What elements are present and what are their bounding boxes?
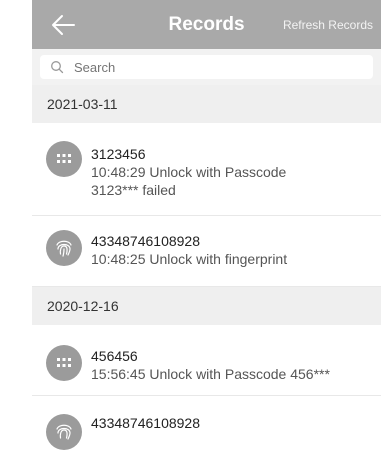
keypad-icon: [46, 141, 82, 177]
record-item[interactable]: 3123456 10:48:29 Unlock with Passcode 31…: [32, 123, 381, 216]
record-item[interactable]: 43348746108928 10:48:25 Unlock with fing…: [32, 216, 381, 287]
date-header: 2020-12-16: [32, 287, 381, 325]
record-text: 43348746108928: [91, 414, 200, 432]
search-icon: [51, 61, 64, 74]
fingerprint-icon: [46, 414, 82, 450]
record-item[interactable]: 456456 15:56:45 Unlock with Passcode 456…: [32, 325, 381, 396]
date-header: 2021-03-11: [32, 85, 381, 123]
refresh-records-button[interactable]: Refresh Records: [283, 18, 373, 32]
keypad-icon: [46, 345, 82, 381]
record-user-id: 3123456: [91, 146, 146, 162]
fingerprint-icon: [46, 230, 82, 266]
record-text: 456456 15:56:45 Unlock with Passcode 456…: [91, 347, 330, 383]
search-box[interactable]: [40, 55, 373, 79]
record-text: 43348746108928 10:48:25 Unlock with fing…: [91, 232, 287, 268]
record-event: 10:48:29 Unlock with Passcode: [91, 164, 287, 180]
record-user-id: 43348746108928: [91, 233, 201, 249]
nav-header: Records Refresh Records: [32, 0, 381, 49]
search-input[interactable]: [72, 58, 296, 76]
search-bar: [32, 49, 381, 85]
record-event: 15:56:45 Unlock with Passcode 456***: [91, 366, 330, 382]
record-item[interactable]: 43348746108928: [32, 396, 381, 454]
record-event: 10:48:25 Unlock with fingerprint: [91, 251, 288, 267]
record-user-id: 43348746108928: [91, 415, 201, 431]
records-screen: Records Refresh Records 2021-03-11 31234…: [32, 0, 381, 454]
record-text: 3123456 10:48:29 Unlock with Passcode 31…: [91, 145, 286, 199]
record-event-detail: 3123*** failed: [91, 182, 176, 198]
record-user-id: 456456: [91, 348, 138, 364]
